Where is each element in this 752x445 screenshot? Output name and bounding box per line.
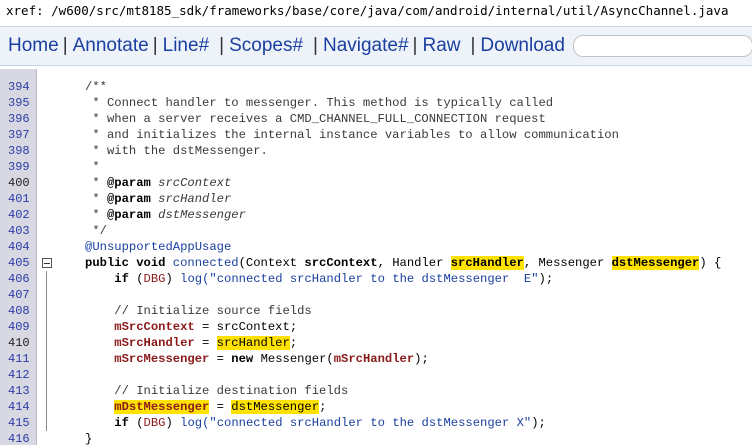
line-number-link[interactable]: 405 xyxy=(8,255,30,271)
code-line: 403 */ xyxy=(0,223,752,239)
code-line: 396 * when a server receives a CMD_CHANN… xyxy=(0,111,752,127)
line-number-link[interactable]: 401 xyxy=(8,191,30,207)
nav-separator: | xyxy=(313,35,318,56)
line-number-link[interactable]: 398 xyxy=(8,143,30,159)
nav-separator: | xyxy=(470,35,476,56)
line-number-link[interactable]: 402 xyxy=(8,207,30,223)
code-line: 398 * with the dstMessenger. xyxy=(0,143,752,159)
code-line: 404 @UnsupportedAppUsage xyxy=(0,239,752,255)
code-line: 411 mSrcMessenger = new Messenger(mSrcHa… xyxy=(0,351,752,367)
xref-path-bar: xref: /w600/src/mt8185_sdk/frameworks/ba… xyxy=(0,0,752,24)
nav-line-number-link[interactable]: Line# xyxy=(163,35,210,57)
line-number-link[interactable]: 407 xyxy=(8,287,30,303)
code-line: 405 public void connected(Context srcCont… xyxy=(0,255,752,271)
nav-navigate-link[interactable]: Navigate# xyxy=(323,35,409,57)
nav-scopes-link[interactable]: Scopes# xyxy=(229,35,303,57)
code-line: 399 * xyxy=(0,159,752,175)
code-line: 409 mSrcContext = srcContext; xyxy=(0,319,752,335)
code-line: 397 * and initializes the internal insta… xyxy=(0,127,752,143)
code-line: 410 mSrcHandler = srcHandler; xyxy=(0,335,752,351)
code-line: 416} xyxy=(0,431,752,445)
xref-file-path: /w600/src/mt8185_sdk/frameworks/base/cor… xyxy=(51,3,729,18)
xref-label: xref: xyxy=(6,3,52,18)
line-number-link[interactable]: 416 xyxy=(8,431,30,445)
code-line: 414 mDstMessenger = dstMessenger; xyxy=(0,399,752,415)
line-number-link[interactable]: 411 xyxy=(8,351,30,367)
line-number-link[interactable]: 415 xyxy=(8,415,30,431)
code-line: 412 xyxy=(0,367,752,383)
line-number-link[interactable]: 414 xyxy=(8,399,30,415)
line-number-link[interactable]: 396 xyxy=(8,111,30,127)
line-number-link[interactable]: 406 xyxy=(8,271,30,287)
code-line: 415 if (DBG) log("connected srcHandler t… xyxy=(0,415,752,431)
navigation-bar: Home | Annotate | Line# | Scopes# | Navi… xyxy=(0,26,752,66)
code-line xyxy=(0,69,752,79)
line-number-link[interactable]: 395 xyxy=(8,95,30,111)
line-number-link[interactable]: 410 xyxy=(8,335,30,351)
nav-annotate-link[interactable]: Annotate xyxy=(73,35,149,57)
field-reference[interactable]: mSrcContext xyxy=(114,320,194,334)
method-name[interactable]: connected xyxy=(173,256,239,270)
code-line: 400 * @param srcContext xyxy=(0,175,752,191)
line-number-link[interactable]: 400 xyxy=(8,175,30,191)
code-line: 402 * @param dstMessenger xyxy=(0,207,752,223)
line-number-link[interactable]: 399 xyxy=(8,159,30,175)
highlighted-symbol[interactable]: mDstMessenger xyxy=(114,400,210,414)
nav-download-link[interactable]: Download xyxy=(480,35,565,57)
code-line: 407 xyxy=(0,287,752,303)
method-reference[interactable]: log xyxy=(180,272,202,286)
highlighted-symbol[interactable]: srcHandler xyxy=(216,336,290,350)
code-line: 394/** xyxy=(0,79,752,95)
field-reference[interactable]: mSrcHandler xyxy=(334,352,414,366)
line-number-link[interactable]: 397 xyxy=(8,127,30,143)
fold-toggle-icon[interactable] xyxy=(42,258,52,268)
highlighted-symbol[interactable]: dstMessenger xyxy=(231,400,320,414)
highlighted-symbol[interactable]: dstMessenger xyxy=(611,256,700,270)
line-number-link[interactable]: 404 xyxy=(8,239,30,255)
code-line: 413 // Initialize destination fields xyxy=(0,383,752,399)
line-number-link[interactable]: 408 xyxy=(8,303,30,319)
field-reference[interactable]: DBG xyxy=(144,272,166,286)
nav-separator: | xyxy=(62,35,68,56)
annotation-link[interactable]: @UnsupportedAppUsage xyxy=(85,239,231,255)
line-number-link[interactable]: 413 xyxy=(8,383,30,399)
line-number-link[interactable]: 409 xyxy=(8,319,30,335)
code-line: 401 * @param srcHandler xyxy=(0,191,752,207)
code-line: 395 * Connect handler to messenger. This… xyxy=(0,95,752,111)
field-reference[interactable]: DBG xyxy=(144,416,166,430)
code-line: 406 if (DBG) log("connected srcHandler t… xyxy=(0,271,752,287)
nav-separator: | xyxy=(412,35,418,56)
source-code-view: 394/** 395 * Connect handler to messenge… xyxy=(0,69,752,445)
method-reference[interactable]: log xyxy=(180,416,202,430)
nav-separator: | xyxy=(152,35,158,56)
highlighted-symbol[interactable]: srcHandler xyxy=(450,256,524,270)
line-number-link[interactable]: 394 xyxy=(8,79,30,95)
field-reference[interactable]: mSrcMessenger xyxy=(114,352,209,366)
nav-raw-link[interactable]: Raw xyxy=(422,35,460,57)
line-number-link[interactable]: 412 xyxy=(8,367,30,383)
line-number-link[interactable]: 403 xyxy=(8,223,30,239)
nav-home-link[interactable]: Home xyxy=(8,35,59,57)
field-reference[interactable]: mSrcHandler xyxy=(114,336,194,350)
nav-separator: | xyxy=(219,35,225,56)
code-line: 408 // Initialize source fields xyxy=(0,303,752,319)
search-input[interactable] xyxy=(572,35,752,57)
